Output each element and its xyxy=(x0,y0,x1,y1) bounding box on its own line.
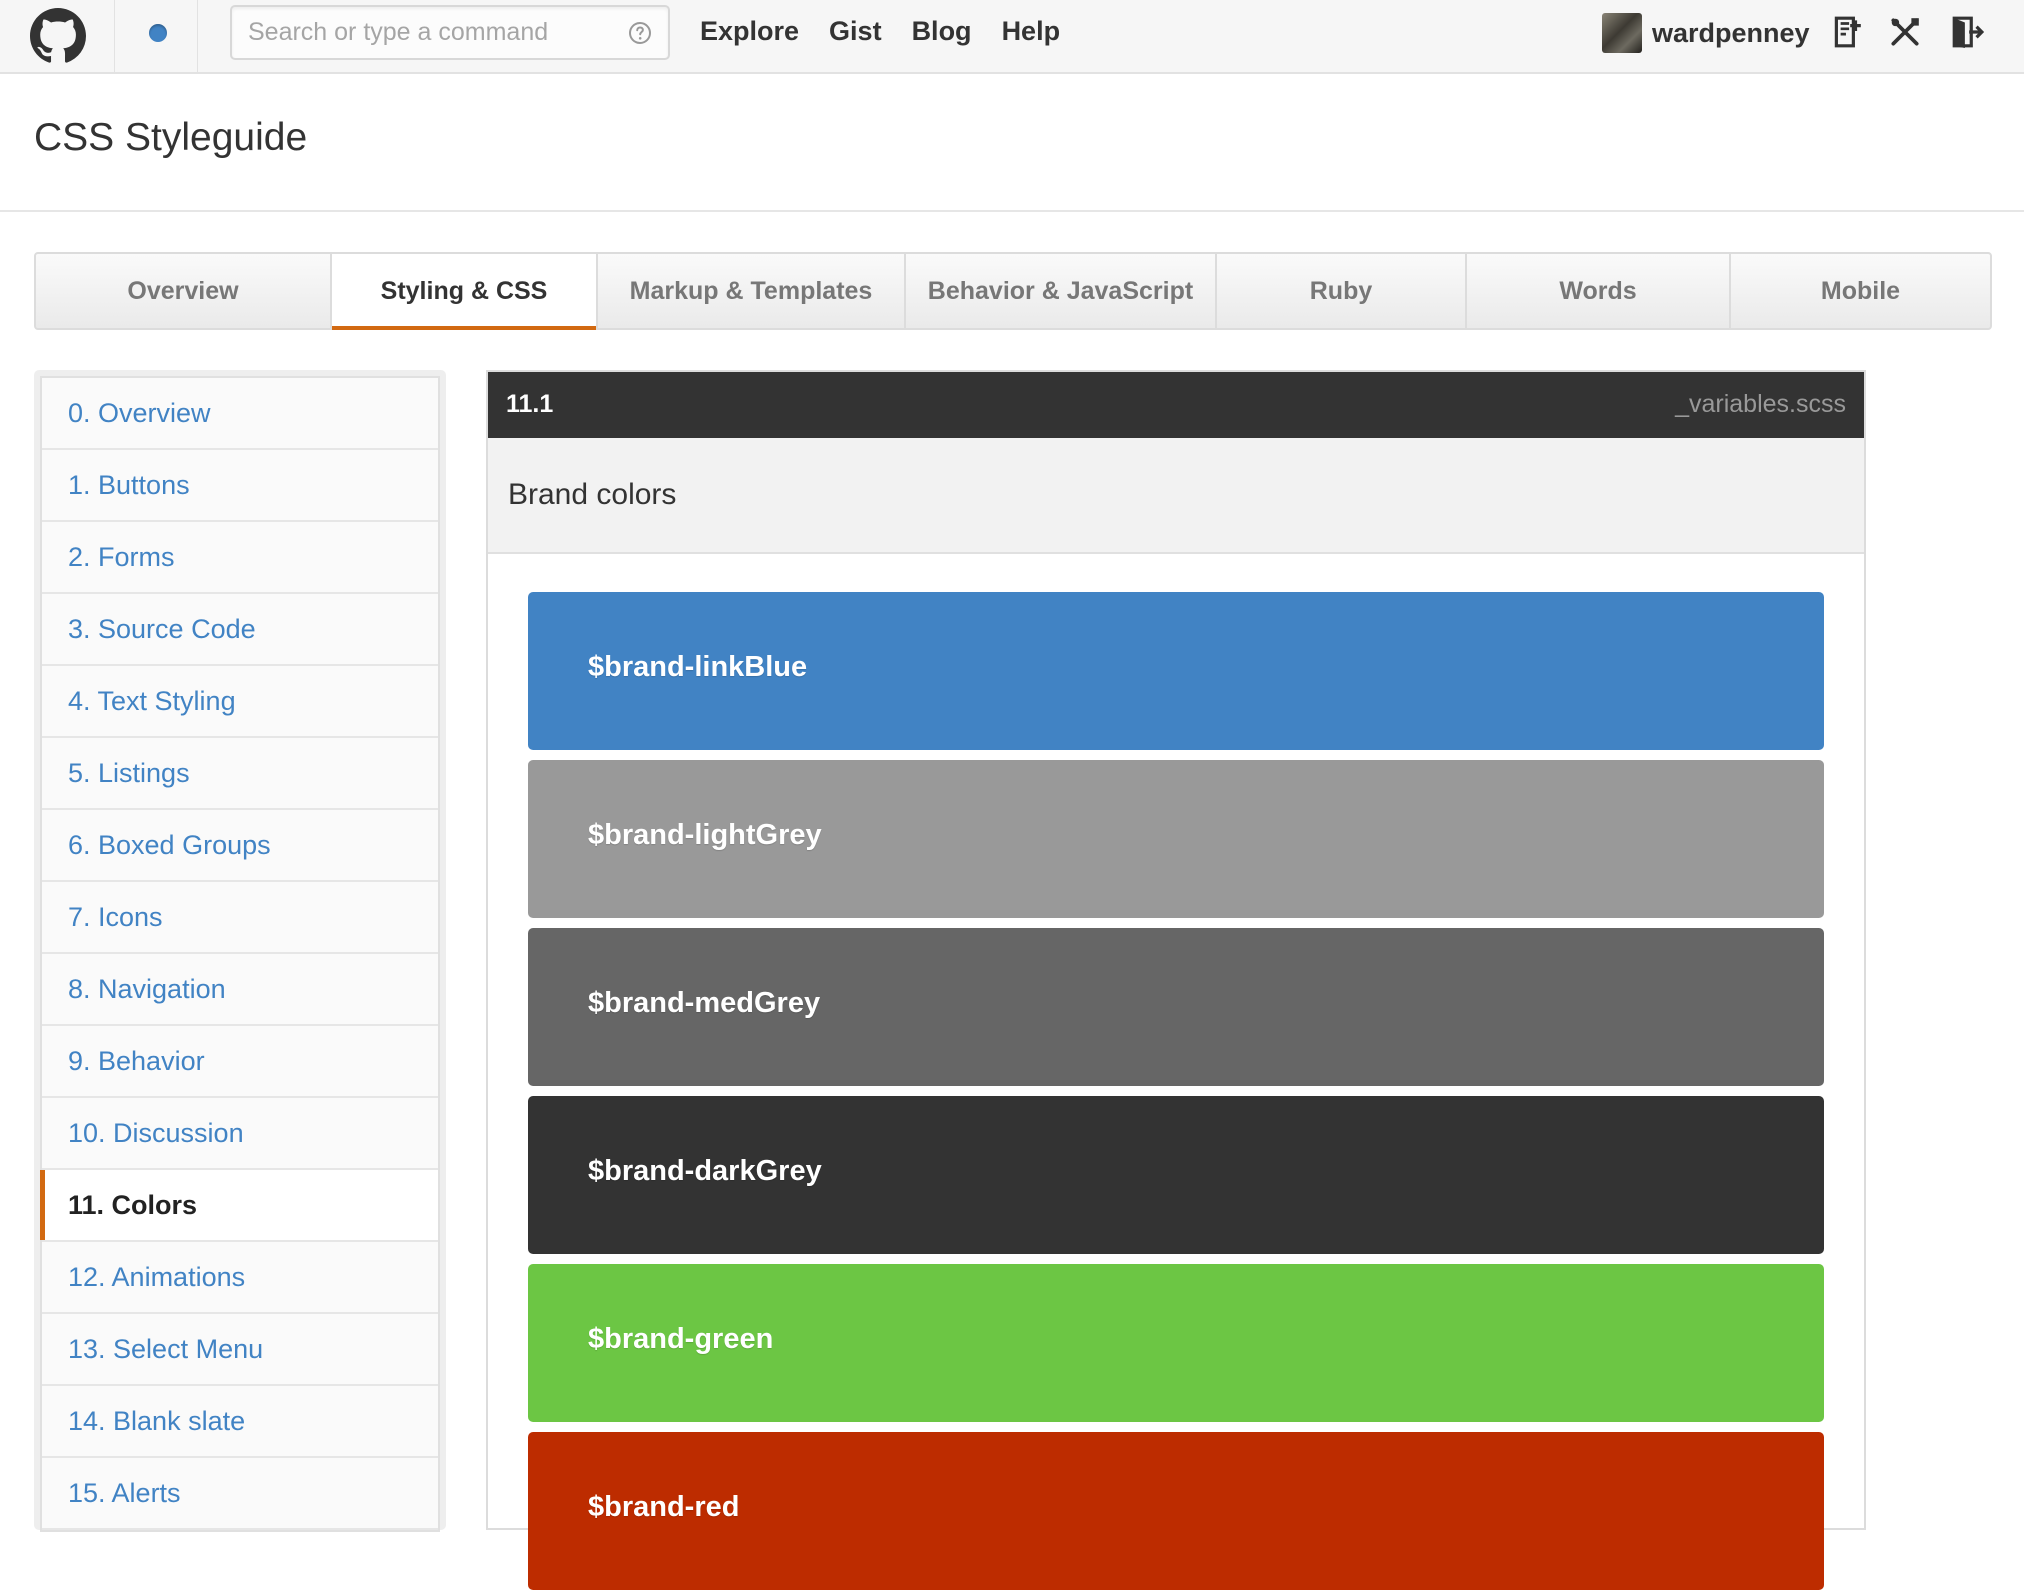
question-mark-icon[interactable] xyxy=(628,21,652,45)
top-header: Explore Gist Blog Help wardpenney xyxy=(0,0,2024,74)
sidebar-item-discussion[interactable]: 10. Discussion xyxy=(42,1098,438,1170)
account-settings-icon[interactable] xyxy=(1888,15,1922,49)
swatch-label: $brand-darkGrey xyxy=(588,1155,822,1187)
section-subtitle: Brand colors xyxy=(508,478,677,511)
sidebar-item-listings[interactable]: 5. Listings xyxy=(42,738,438,810)
avatar xyxy=(1602,13,1642,53)
tab-styling-css[interactable]: Styling & CSS xyxy=(332,254,598,330)
tab-mobile[interactable]: Mobile xyxy=(1731,254,1990,328)
swatch-label: $brand-linkBlue xyxy=(588,651,808,683)
sign-out-icon[interactable] xyxy=(1950,15,1984,49)
section-header: 11.1 _variables.scss xyxy=(488,372,1864,438)
section-description: Brand colors xyxy=(488,438,1864,554)
search-box xyxy=(230,5,670,60)
color-swatch: $brand-medGrey xyxy=(528,928,1824,1086)
styleguide-section: 11.1 _variables.scss Brand colors $brand… xyxy=(486,370,1866,1590)
sidebar-item-colors[interactable]: 11. Colors xyxy=(40,1170,438,1242)
sidebar-menu: 0. Overview 1. Buttons 2. Forms 3. Sourc… xyxy=(40,376,440,1532)
sidebar-item-boxed-groups[interactable]: 6. Boxed Groups xyxy=(42,810,438,882)
create-repo-icon[interactable] xyxy=(1830,15,1864,49)
nav-gist-link[interactable]: Gist xyxy=(829,16,882,47)
section-number: 11.1 xyxy=(506,390,554,418)
color-swatch: $brand-linkBlue xyxy=(528,592,1824,750)
swatch-label: $brand-medGrey xyxy=(588,987,821,1019)
sidebar-item-overview[interactable]: 0. Overview xyxy=(42,378,438,450)
color-swatch: $brand-green xyxy=(528,1264,1824,1422)
color-swatch: $brand-darkGrey xyxy=(528,1096,1824,1254)
sidebar-item-text-styling[interactable]: 4. Text Styling xyxy=(42,666,438,738)
tab-ruby[interactable]: Ruby xyxy=(1217,254,1467,328)
sidebar-item-select-menu[interactable]: 13. Select Menu xyxy=(42,1314,438,1386)
swatch-label: $brand-green xyxy=(588,1323,774,1355)
page-header: CSS Styleguide xyxy=(0,74,2024,212)
sidebar-frame: 0. Overview 1. Buttons 2. Forms 3. Sourc… xyxy=(34,370,446,1532)
top-nav: Explore Gist Blog Help xyxy=(700,0,1060,62)
tab-behavior-javascript[interactable]: Behavior & JavaScript xyxy=(906,254,1217,328)
user-profile-link[interactable]: wardpenney xyxy=(1602,13,1810,53)
swatch-label: $brand-lightGrey xyxy=(588,819,822,851)
tab-words[interactable]: Words xyxy=(1467,254,1731,328)
page-title: CSS Styleguide xyxy=(34,116,308,159)
github-octocat-icon[interactable] xyxy=(30,8,86,64)
color-swatch: $brand-lightGrey xyxy=(528,760,1824,918)
sidebar-item-forms[interactable]: 2. Forms xyxy=(42,522,438,594)
sidebar-item-navigation[interactable]: 8. Navigation xyxy=(42,954,438,1026)
unread-notification-icon xyxy=(149,24,167,42)
swatch-label: $brand-red xyxy=(588,1491,740,1523)
nav-explore-link[interactable]: Explore xyxy=(700,16,799,47)
sidebar-item-animations[interactable]: 12. Animations xyxy=(42,1242,438,1314)
color-swatch-list: $brand-linkBlue $brand-lightGrey $brand-… xyxy=(488,554,1864,1590)
sidebar-item-icons[interactable]: 7. Icons xyxy=(42,882,438,954)
search-input[interactable] xyxy=(232,7,612,58)
sidebar-item-source-code[interactable]: 3. Source Code xyxy=(42,594,438,666)
styleguide-tabs: Overview Styling & CSS Markup & Template… xyxy=(34,252,1992,330)
username: wardpenney xyxy=(1652,17,1810,48)
sidebar-item-alerts[interactable]: 15. Alerts xyxy=(42,1458,438,1530)
sidebar-item-buttons[interactable]: 1. Buttons xyxy=(42,450,438,522)
notifications-button[interactable] xyxy=(114,0,198,74)
nav-blog-link[interactable]: Blog xyxy=(912,16,972,47)
sidebar-item-blank-slate[interactable]: 14. Blank slate xyxy=(42,1386,438,1458)
tab-markup-templates[interactable]: Markup & Templates xyxy=(598,254,906,328)
tab-overview[interactable]: Overview xyxy=(36,254,332,328)
color-swatch: $brand-red xyxy=(528,1432,1824,1590)
source-file-name: _variables.scss xyxy=(1675,390,1846,418)
sidebar-item-behavior[interactable]: 9. Behavior xyxy=(42,1026,438,1098)
nav-help-link[interactable]: Help xyxy=(1002,16,1061,47)
